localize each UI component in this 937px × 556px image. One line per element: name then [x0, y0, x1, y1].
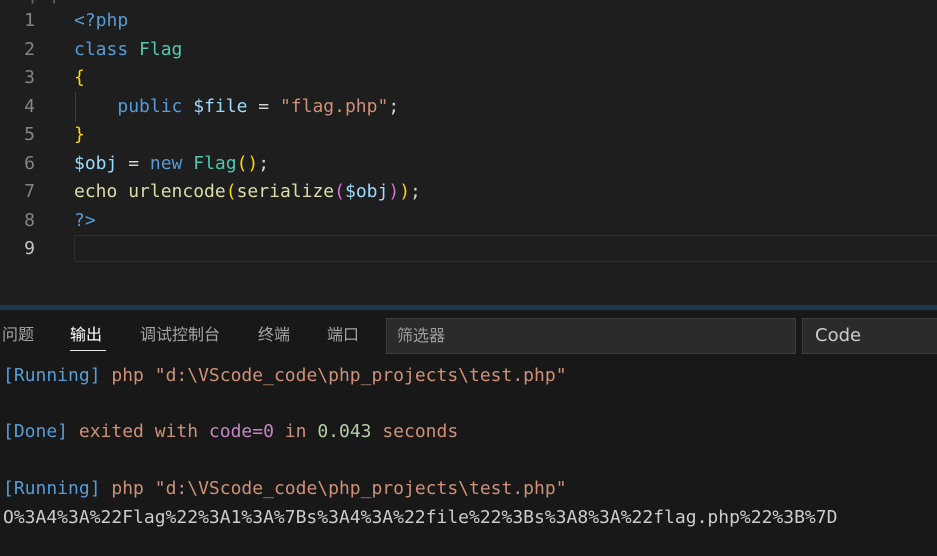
scrolled-off-text: p p: [30, 0, 63, 5]
code-token: (: [225, 181, 237, 202]
code-line[interactable]: 1 <?php: [0, 7, 937, 35]
output-line: [Running] php "d:\VScode_code\php_projec…: [3, 476, 567, 502]
output-token: [Done]: [3, 421, 69, 442]
output-token: code=0: [208, 421, 274, 442]
code-token: ): [388, 181, 400, 202]
code-editor[interactable]: p p 1<?php2class Flag3{4 public $file = …: [0, 0, 937, 308]
code-line[interactable]: 7 echo urlencode(serialize($obj));: [0, 178, 937, 206]
tab-problems[interactable]: 问题: [2, 323, 34, 347]
code-token: ?>: [74, 210, 96, 231]
output-token: O%3A4%3A%22Flag%22%3A1%3A%7Bs%3A4%3A%22f…: [3, 507, 838, 528]
tab-ports[interactable]: 端口: [327, 323, 359, 347]
line-number: 6: [24, 153, 35, 174]
tab-terminal[interactable]: 终端: [258, 323, 290, 347]
line-number: 4: [24, 96, 35, 117]
output-line: [Running] php "d:\VScode_code\php_projec…: [3, 363, 567, 389]
code-token: (): [236, 153, 259, 174]
code-line[interactable]: 3{: [0, 64, 937, 92]
output-token: in: [273, 421, 318, 442]
code-token: ;: [410, 181, 421, 202]
output-token: php "d:\VScode_code\php_projects\test.ph…: [100, 365, 567, 386]
code-token: }: [74, 124, 85, 145]
output-line: O%3A4%3A%22Flag%22%3A1%3A%7Bs%3A4%3A%22f…: [3, 505, 837, 531]
code-token: $file: [193, 96, 248, 117]
code-token: (: [334, 181, 345, 202]
code-content: }: [74, 121, 85, 149]
code-content: <?php: [74, 7, 128, 35]
output-line: [Done] exited with code=0 in 0.043 secon…: [3, 419, 458, 445]
code-token: =: [247, 96, 280, 117]
code-content: $obj = new Flag();: [74, 150, 269, 178]
output-token: [Running]: [3, 478, 101, 499]
output-channel-select[interactable]: Code: [802, 318, 937, 354]
bottom-panel: 问题 输出 调试控制台 终端 端口 筛选器 Code [Running] php…: [0, 310, 937, 556]
code-token: ): [399, 181, 411, 202]
output-token: exited with: [68, 421, 209, 442]
code-token: Flag: [193, 153, 237, 174]
code-token: =: [117, 153, 150, 174]
line-number: 8: [24, 210, 35, 231]
output-token: [Running]: [3, 365, 101, 386]
line-number: 9: [24, 238, 35, 259]
code-line[interactable]: 2 class Flag: [0, 36, 937, 64]
code-token: public: [117, 96, 183, 117]
code-token: $obj: [74, 153, 118, 174]
code-token: class: [74, 39, 129, 60]
code-content: echo urlencode(serialize($obj));: [74, 178, 421, 206]
code-content: public $file = "flag.php";: [74, 93, 399, 121]
code-content: class Flag: [74, 36, 182, 64]
code-content: ?>: [74, 207, 96, 235]
code-token: echo: [74, 181, 118, 202]
code-content: {: [74, 64, 85, 92]
code-line[interactable]: 8 ?>: [0, 207, 937, 235]
code-token: ;: [388, 96, 400, 117]
code-token: {: [74, 67, 85, 88]
code-line[interactable]: 5}: [0, 121, 937, 149]
tab-output[interactable]: 输出: [70, 323, 102, 347]
code-token: new: [149, 153, 183, 174]
line-number: 7: [24, 181, 35, 202]
line-number: 1: [24, 10, 35, 31]
code-line[interactable]: 9: [0, 235, 937, 263]
code-token: <?php: [74, 10, 129, 31]
code-token: $obj: [344, 181, 389, 202]
line-number: 2: [24, 39, 35, 60]
filter-input[interactable]: 筛选器: [386, 318, 796, 354]
code-line[interactable]: 6 $obj = new Flag();: [0, 150, 937, 178]
line-number: 3: [24, 67, 35, 88]
code-token: urlencode: [128, 181, 226, 202]
output-token: seconds: [371, 421, 459, 442]
tab-debug-console[interactable]: 调试控制台: [140, 323, 220, 347]
code-token: "flag.php": [279, 96, 389, 117]
active-tab-indicator: [70, 350, 106, 351]
code-token: ;: [258, 153, 270, 174]
output-token: php "d:\VScode_code\php_projects\test.ph…: [100, 478, 567, 499]
code-line[interactable]: 4 public $file = "flag.php";: [0, 93, 937, 121]
code-token: Flag: [139, 39, 183, 60]
line-number: 5: [24, 124, 35, 145]
output-token: 0.043: [317, 421, 372, 442]
code-token: serialize: [236, 181, 335, 202]
